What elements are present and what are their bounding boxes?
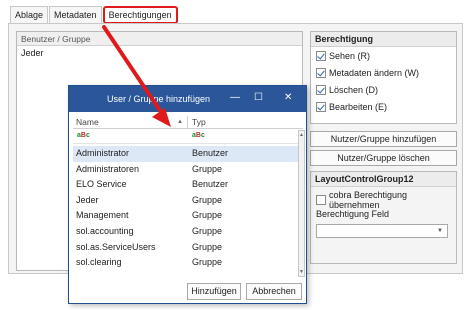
dialog-rows: Administrator Benutzer Administratoren G… [73,146,298,271]
table-row[interactable]: sol.clearing Gruppe [73,255,298,271]
scroll-up-icon[interactable]: ▲ [299,132,304,138]
permission-title: Berechtigung [311,32,456,47]
row-name: ELO Service [76,179,127,190]
adopt-permission-row[interactable]: cobra Berechtigung übernehmen [311,189,456,210]
row-name: Jeder [76,194,99,205]
checkbox-edit[interactable] [316,101,326,112]
adopt-permission-label: cobra Berechtigung übernehmen [329,189,408,210]
minimize-icon[interactable]: — [230,92,240,103]
row-type: Gruppe [192,257,223,268]
row-type: Gruppe [192,194,223,205]
row-type: Benutzer [192,148,229,158]
column-divider [187,116,188,129]
row-name: Management [76,210,129,221]
permission-edit[interactable]: Bearbeiten (E) [311,98,456,115]
table-row[interactable]: Administratoren Gruppe [73,162,298,178]
group12-title: LayoutControlGroup12 [311,172,456,187]
column-name-header[interactable]: Name [76,117,99,127]
permission-delete[interactable]: Löschen (D) [311,81,456,98]
list-item[interactable]: Jeder [17,46,302,60]
table-row[interactable]: Administrator Benutzer [73,146,298,162]
tab-ablage[interactable]: Ablage [10,6,49,24]
dialog-title: User / Gruppe hinzufügen [107,94,211,104]
row-type: Gruppe [192,210,223,221]
row-type: Gruppe [192,225,223,236]
column-type-header[interactable]: Typ [192,117,206,127]
permission-write[interactable]: Metadaten ändern (W) [311,64,456,81]
row-name: sol.as.ServiceUsers [76,241,156,252]
cancel-button[interactable]: Abbrechen [246,283,302,300]
table-row[interactable]: Management Gruppe [73,208,298,224]
permission-edit-label: Bearbeiten (E) [329,101,388,112]
tab-strip: Ablage Metadaten Berechtigungen [10,6,179,24]
checkbox-delete[interactable] [316,84,326,95]
delete-user-group-button[interactable]: Nutzer/Gruppe löschen [310,150,457,166]
filter-row[interactable]: aBc aBc [73,130,298,144]
add-button[interactable]: Hinzufügen [187,283,241,300]
permission-field-dropdown[interactable]: ▼ [316,224,448,238]
row-name: Administratoren [76,163,140,174]
layout-control-group: LayoutControlGroup12 cobra Berechtigung … [310,171,457,264]
row-name: Administrator [76,148,130,158]
row-name: sol.clearing [76,257,122,268]
maximize-icon[interactable]: ☐ [254,92,263,103]
checkbox-read[interactable] [316,50,326,61]
users-list-header[interactable]: Benutzer / Gruppe [17,32,302,46]
permission-write-label: Metadaten ändern (W) [329,67,420,78]
scroll-down-icon[interactable]: ▼ [299,269,304,275]
add-user-dialog: User / Gruppe hinzufügen — ☐ ✕ Name ▲ Ty… [68,85,307,304]
permission-field-label: Berechtigung Feld [316,209,390,219]
table-row[interactable]: sol.accounting Gruppe [73,224,298,240]
row-name: sol.accounting [76,225,134,236]
permission-delete-label: Löschen (D) [329,84,379,95]
row-type: Gruppe [192,241,223,252]
tab-metadaten[interactable]: Metadaten [49,6,102,24]
tab-berechtigungen[interactable]: Berechtigungen [102,6,178,24]
dialog-titlebar[interactable]: User / Gruppe hinzufügen — ☐ ✕ [69,86,306,112]
chevron-down-icon[interactable]: ▼ [437,228,443,234]
table-row[interactable]: ELO Service Benutzer [73,177,298,193]
checkbox-write[interactable] [316,67,326,78]
checkbox-adopt-permission[interactable] [316,194,326,205]
dialog-grid-header: Name ▲ Typ [73,116,303,129]
permission-read-label: Sehen (R) [329,50,371,61]
abc-filter-icon[interactable]: aBc [77,132,90,139]
add-user-group-button[interactable]: Nutzer/Gruppe hinzufügen [310,131,457,147]
table-row[interactable]: Jeder Gruppe [73,193,298,209]
sort-ascending-icon[interactable]: ▲ [177,119,183,125]
abc-filter-icon[interactable]: aBc [192,132,205,139]
close-icon[interactable]: ✕ [284,92,292,103]
vertical-scrollbar[interactable]: ▲ ▼ [298,130,305,277]
row-type: Gruppe [192,163,223,174]
permission-read[interactable]: Sehen (R) [311,47,456,64]
table-row[interactable]: sol.as.ServiceUsers Gruppe [73,240,298,256]
permission-group: Berechtigung Sehen (R) Metadaten ändern … [310,31,457,124]
row-type: Benutzer [192,179,229,190]
